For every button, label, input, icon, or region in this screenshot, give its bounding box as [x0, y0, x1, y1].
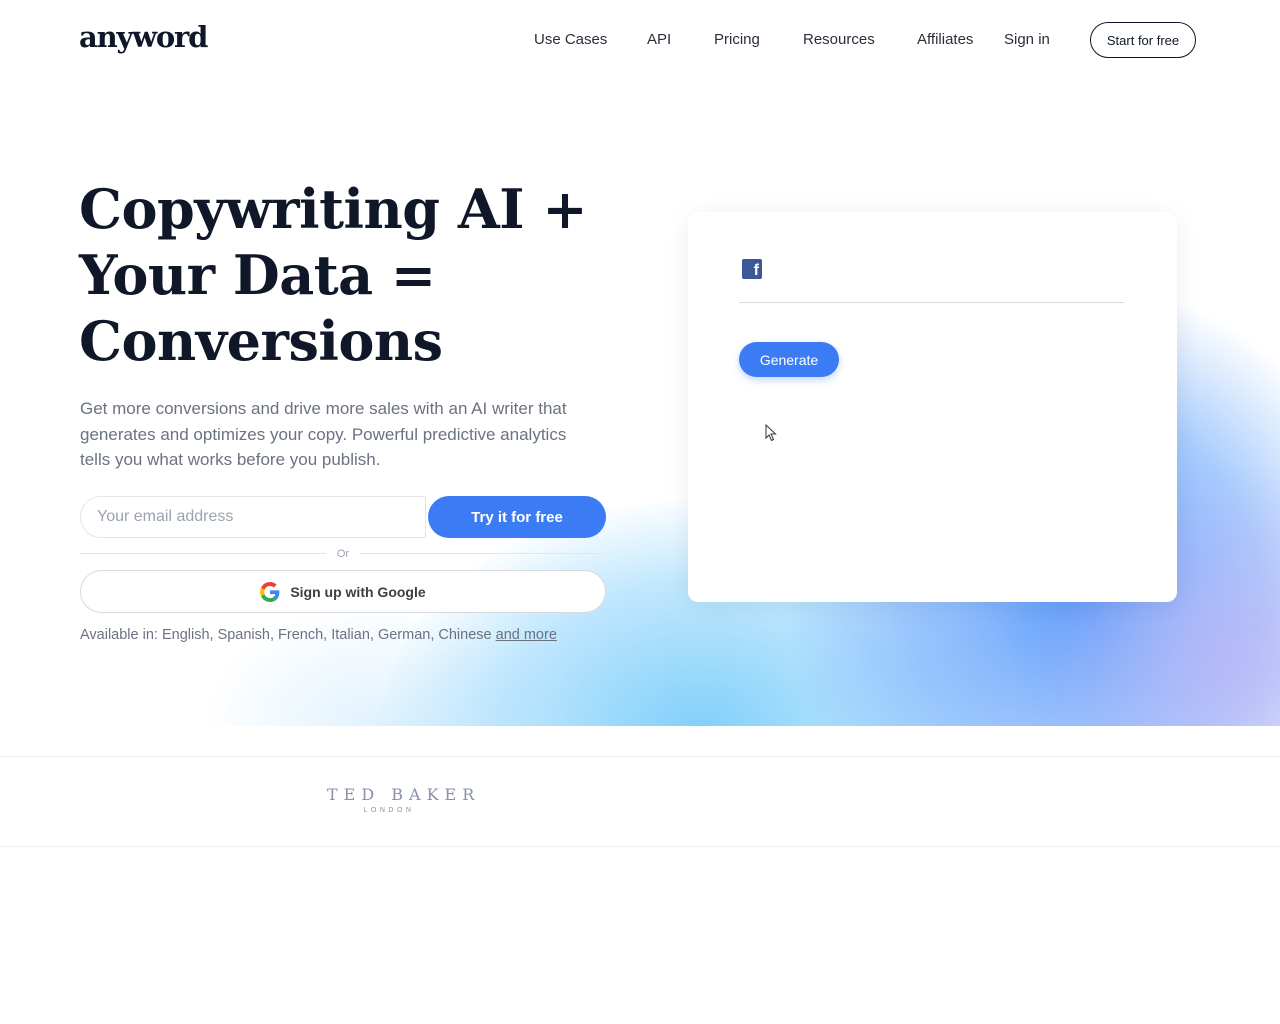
nav-affiliates[interactable]: Affiliates: [917, 31, 973, 48]
email-input[interactable]: [80, 496, 426, 538]
google-button-label: Sign up with Google: [290, 583, 426, 600]
generate-button[interactable]: Generate: [739, 342, 839, 377]
site-header: anyword Use Cases API Pricing Resources …: [0, 0, 1280, 80]
ted-baker-wordmark: TED BAKER: [327, 785, 481, 804]
demo-card: f Generate: [688, 212, 1177, 602]
nav-api[interactable]: API: [647, 31, 671, 48]
headline-line: Your Data =: [79, 243, 436, 307]
available-languages-text: Available in: English, Spanish, French, …: [80, 627, 492, 643]
nav-sign-in[interactable]: Sign in: [1004, 31, 1050, 48]
nav-resources[interactable]: Resources: [803, 31, 875, 48]
google-icon: [260, 581, 280, 602]
sign-up-with-google-button[interactable]: Sign up with Google: [80, 570, 606, 613]
headline-line: Copywriting AI +: [79, 177, 588, 241]
start-for-free-button[interactable]: Start for free: [1090, 22, 1196, 58]
hero-headline: Copywriting AI + Your Data = Conversions: [79, 176, 599, 374]
available-languages: Available in: English, Spanish, French, …: [80, 627, 557, 643]
mouse-cursor-icon: [765, 424, 777, 442]
hero-subtitle: Get more conversions and drive more sale…: [80, 399, 567, 469]
headline-line: Conversions: [79, 309, 443, 373]
divider-line: [80, 553, 326, 554]
nav-pricing[interactable]: Pricing: [714, 31, 760, 48]
ted-baker-subtitle: LONDON: [363, 807, 415, 814]
or-separator: Or: [327, 545, 359, 563]
customer-logos-strip: TED BAKER LONDON: [0, 756, 1280, 847]
and-more-link[interactable]: and more: [496, 627, 557, 643]
card-divider: [739, 302, 1124, 303]
anyword-logo[interactable]: anyword: [79, 20, 208, 54]
try-it-for-free-button[interactable]: Try it for free: [428, 496, 606, 538]
ted-baker-logo: TED BAKER LONDON: [327, 785, 481, 814]
facebook-icon[interactable]: f: [742, 259, 762, 279]
nav-use-cases[interactable]: Use Cases: [534, 31, 607, 48]
divider-line: [360, 553, 606, 554]
gradient-blob: [200, 600, 560, 726]
